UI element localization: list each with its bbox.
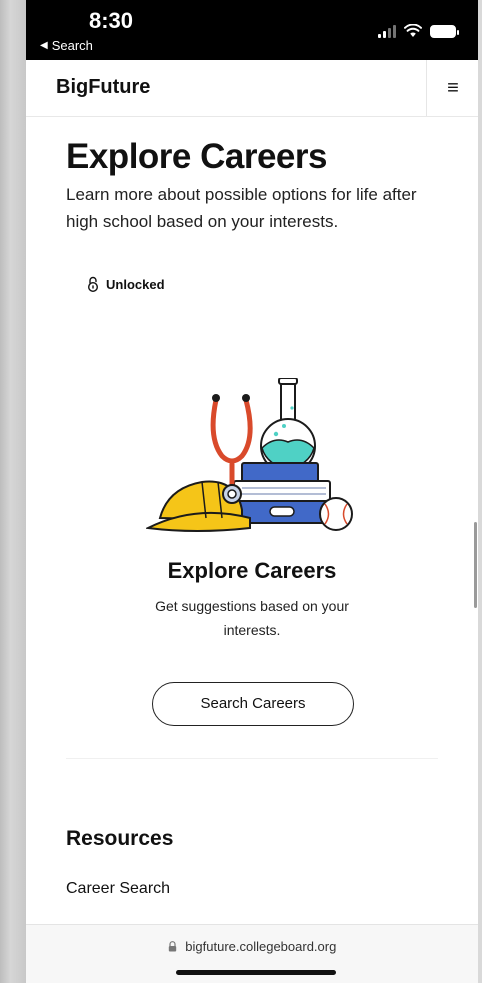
status-bar: 8:30 ◀ Search — [26, 0, 478, 60]
explore-careers-card: Unlocked Explore Careers Get suggestions… — [66, 268, 438, 759]
wifi-icon — [404, 24, 422, 37]
card-title: Explore Careers — [167, 558, 337, 583]
page-title: Explore Careers — [66, 137, 327, 176]
search-careers-button[interactable]: Search Careers — [152, 682, 354, 726]
resources-heading: Resources — [66, 827, 174, 850]
battery-icon — [430, 24, 459, 38]
careers-illustration — [146, 378, 353, 532]
site-header: BigFuture ≡ — [26, 60, 478, 117]
career-search-link[interactable]: Career Search — [66, 880, 170, 898]
back-to-search-link[interactable]: ◀ Search — [40, 38, 93, 53]
lock-status-label: Unlocked — [106, 276, 165, 292]
browser-url-bar[interactable]: bigfuture.collegeboard.org — [26, 924, 478, 983]
status-time: 8:30 — [89, 8, 134, 33]
card-description: Get suggestions based on your interests. — [155, 598, 349, 638]
unlocked-padlock-icon — [88, 276, 98, 292]
scroll-indicator[interactable] — [474, 522, 477, 608]
page-subtitle: Learn more about possible options for li… — [66, 185, 417, 231]
lock-icon — [168, 941, 176, 952]
device-frame-left — [0, 0, 26, 983]
brand-logo[interactable]: BigFuture — [56, 76, 150, 99]
home-indicator[interactable] — [176, 970, 336, 975]
url-display[interactable]: bigfuture.collegeboard.org — [26, 939, 478, 954]
signal-icon — [378, 24, 396, 38]
device-frame-right — [478, 0, 482, 983]
lock-status: Unlocked — [86, 276, 165, 292]
status-icons — [378, 24, 459, 38]
phone-screen: 8:30 ◀ Search BigFuture ≡ Explore Career… — [26, 0, 478, 983]
back-label: Search — [51, 38, 93, 53]
url-text: bigfuture.collegeboard.org — [185, 939, 337, 954]
back-triangle-icon: ◀ — [40, 40, 48, 51]
hamburger-menu-icon[interactable]: ≡ — [440, 76, 466, 100]
menu-divider — [426, 60, 427, 116]
